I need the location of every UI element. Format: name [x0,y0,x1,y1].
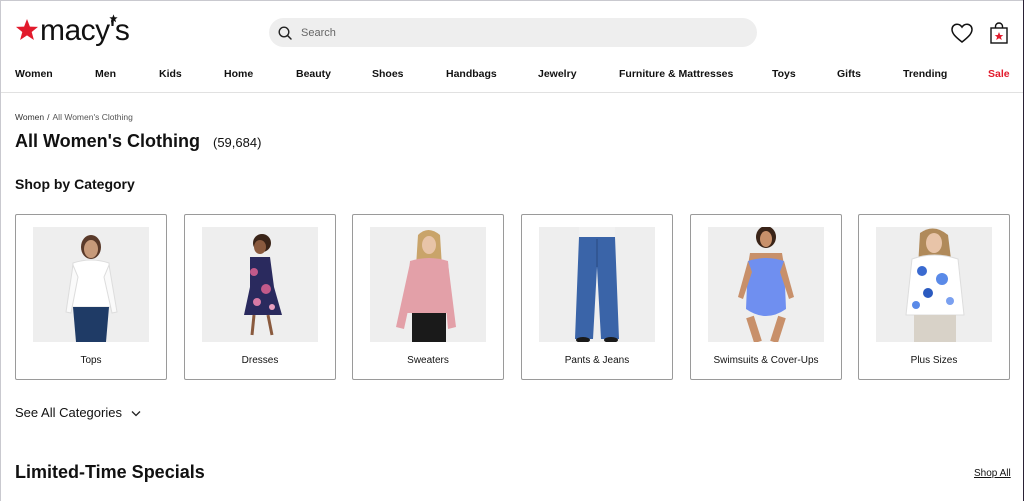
limited-time-specials-heading: Limited-Time Specials [15,462,205,482]
nav-item-handbags[interactable]: Handbags [446,68,497,80]
swimsuit-model-image [738,227,794,342]
shop-by-category-heading: Shop by Category [15,176,135,192]
breadcrumb: Women / All Women's Clothing [15,112,133,122]
star-logo-icon [16,19,38,40]
category-label: Sweaters [407,355,449,366]
search-icon [278,25,292,40]
category-card-sweaters[interactable]: Sweaters [352,214,504,380]
nav-item-sale[interactable]: Sale [988,68,1010,80]
pants-model-image [575,227,619,342]
chevron-down-icon [131,411,141,417]
nav-item-jewelry[interactable]: Jewelry [538,68,577,80]
nav-item-home[interactable]: Home [224,68,253,80]
category-label: Pants & Jeans [564,355,630,366]
see-all-categories-label: See All Categories [15,405,122,420]
result-count: (59,684) [213,135,262,150]
breadcrumb-link-women[interactable]: Women [15,112,44,122]
sweaters-model-image [396,230,456,342]
breadcrumb-separator: / [47,112,50,122]
category-card-dresses[interactable]: Dresses [184,214,336,380]
nav-item-gifts[interactable]: Gifts [837,68,861,80]
category-image-sweaters [370,227,486,342]
search-bar[interactable] [269,18,757,47]
breadcrumb-current: All Women's Clothing [52,112,133,122]
macys-logo[interactable]: macy's [15,14,130,46]
category-image-pants-jeans [539,227,655,342]
nav-item-men[interactable]: Men [95,68,116,80]
nav-item-kids[interactable]: Kids [159,68,182,80]
category-label: Swimsuits & Cover-Ups [713,355,819,366]
nav-item-women[interactable]: Women [15,68,53,80]
plus-sizes-model-image [905,228,965,342]
category-card-swimsuits[interactable]: Swimsuits & Cover-Ups [690,214,842,380]
nav-item-furniture[interactable]: Furniture & Mattresses [619,68,733,80]
shop-all-link[interactable]: Shop All [974,468,1011,479]
search-input[interactable] [299,25,743,40]
page-frame: macy's Women Men Kids Home Beauty Shoes [0,0,1023,501]
header: macy's [1,1,1023,63]
main-nav: Women Men Kids Home Beauty Shoes Handbag… [1,68,1023,93]
dresses-model-image [244,234,282,336]
page-title: All Women's Clothing [15,131,200,151]
category-image-tops [33,227,149,342]
nav-item-trending[interactable]: Trending [903,68,947,80]
category-label: Tops [80,355,102,366]
tops-model-image [65,235,118,342]
category-card-pants-jeans[interactable]: Pants & Jeans [521,214,673,380]
nav-item-beauty[interactable]: Beauty [296,68,331,80]
shopping-bag-icon[interactable] [989,21,1009,45]
see-all-categories-toggle[interactable]: See All Categories [15,405,141,420]
category-image-dresses [202,227,318,342]
nav-item-shoes[interactable]: Shoes [372,68,404,80]
category-label: Dresses [241,355,279,366]
category-label: Plus Sizes [910,355,958,366]
category-image-swimsuits [708,227,824,342]
category-image-plus-sizes [876,227,992,342]
nav-item-toys[interactable]: Toys [772,68,796,80]
heart-icon[interactable] [950,22,974,44]
category-card-plus-sizes[interactable]: Plus Sizes [858,214,1010,380]
logo-small-star-icon [109,14,118,23]
category-card-tops[interactable]: Tops [15,214,167,380]
